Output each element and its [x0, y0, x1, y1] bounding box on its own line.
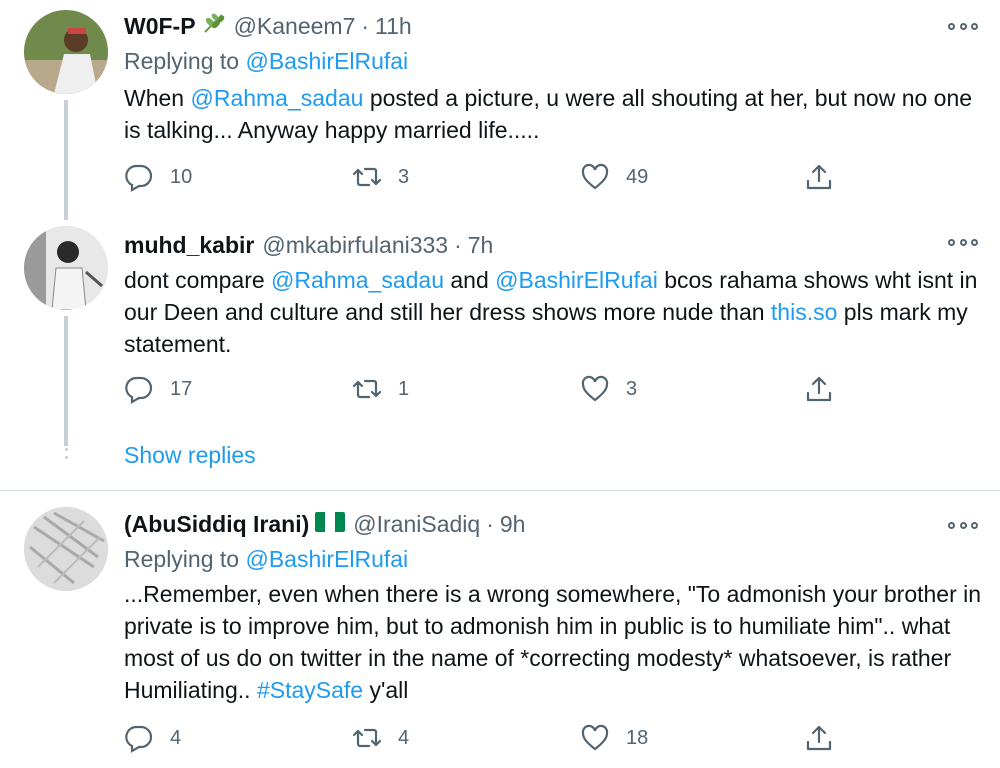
avatar-photo — [24, 507, 108, 591]
like-count: 3 — [626, 377, 638, 400]
reply-icon — [125, 164, 153, 192]
thread-line — [64, 100, 68, 220]
retweet-count: 3 — [398, 165, 410, 188]
tweet-1[interactable]: W0F-P @Kaneem7 · 11h Replying to @Bashir… — [0, 0, 1000, 220]
reply-icon — [125, 376, 153, 404]
herb-icon — [202, 12, 226, 34]
like-count: 18 — [626, 726, 649, 749]
share-icon — [806, 376, 832, 402]
thread-continuation-dots — [65, 440, 68, 464]
share-button[interactable] — [804, 723, 834, 753]
tweet-actions: 10 3 49 — [124, 162, 844, 196]
like-count: 49 — [626, 165, 649, 188]
text-segment: ...Remember, even when there is a wrong … — [124, 581, 982, 703]
user-handle[interactable]: @IraniSadiq — [353, 511, 480, 538]
reply-button[interactable]: 4 — [124, 723, 181, 753]
replying-to-link[interactable]: @BashirElRufai — [245, 546, 408, 572]
tweet-actions: 4 4 18 — [124, 723, 844, 757]
share-icon — [806, 725, 832, 751]
user-handle[interactable]: @Kaneem7 — [234, 13, 356, 40]
share-icon — [806, 164, 832, 190]
mention-link[interactable]: @Rahma_sadau — [271, 267, 444, 293]
tweet-text: When @Rahma_sadau posted a picture, u we… — [124, 82, 984, 146]
more-options-icon[interactable] — [948, 232, 978, 252]
text-segment: dont compare — [124, 267, 272, 293]
reply-icon — [125, 725, 153, 753]
retweet-button[interactable]: 4 — [352, 723, 409, 753]
tweet-text: ...Remember, even when there is a wrong … — [124, 578, 984, 706]
timestamp[interactable]: 7h — [468, 232, 494, 259]
heart-icon — [581, 163, 609, 190]
nigeria-flag-icon — [315, 512, 346, 532]
reply-button[interactable]: 10 — [124, 162, 192, 192]
tweet-actions: 17 1 3 — [124, 374, 844, 408]
replying-prefix: Replying to — [124, 546, 240, 572]
separator-dot: · — [454, 232, 462, 258]
like-button[interactable]: 49 — [580, 162, 648, 192]
show-replies-link[interactable]: Show replies — [124, 442, 256, 469]
replying-prefix: Replying to — [124, 48, 240, 74]
text-segment: y'all — [363, 677, 409, 703]
avatar[interactable] — [24, 226, 108, 310]
like-button[interactable]: 18 — [580, 723, 648, 753]
tweet-3[interactable]: (AbuSiddiq Irani) @IraniSadiq · 9h Reply… — [0, 491, 1000, 768]
text-segment: When — [124, 85, 191, 111]
retweet-count: 1 — [398, 377, 410, 400]
text-segment: and — [443, 267, 496, 293]
retweet-icon — [352, 379, 382, 399]
replying-to: Replying to @BashirElRufai — [124, 48, 408, 75]
mention-link[interactable]: @BashirElRufai — [495, 267, 658, 293]
avatar-photo — [24, 226, 108, 310]
share-button[interactable] — [804, 374, 834, 404]
retweet-count: 4 — [398, 726, 410, 749]
reply-button[interactable]: 17 — [124, 374, 192, 404]
retweet-icon — [352, 728, 382, 748]
user-handle[interactable]: @mkabirfulani333 — [262, 232, 448, 259]
retweet-button[interactable]: 3 — [352, 162, 409, 192]
timestamp[interactable]: 9h — [500, 511, 526, 538]
separator-dot: · — [486, 511, 494, 537]
thread-line — [64, 316, 68, 446]
more-options-icon[interactable] — [948, 515, 978, 535]
more-options-icon[interactable] — [948, 16, 978, 36]
replying-to: Replying to @BashirElRufai — [124, 546, 408, 573]
share-button[interactable] — [804, 162, 834, 192]
mention-link[interactable]: @Rahma_sadau — [190, 85, 363, 111]
heart-icon — [581, 375, 609, 402]
display-name[interactable]: W0F-P — [124, 13, 196, 40]
avatar[interactable] — [24, 507, 108, 591]
hashtag-link[interactable]: #StaySafe — [257, 677, 363, 703]
avatar[interactable] — [24, 10, 108, 94]
reply-count: 10 — [170, 165, 193, 188]
avatar-photo — [24, 10, 108, 94]
display-name[interactable]: (AbuSiddiq Irani) — [124, 511, 309, 538]
like-button[interactable]: 3 — [580, 374, 637, 404]
retweet-icon — [352, 167, 382, 187]
reply-count: 17 — [170, 377, 193, 400]
tweet-text: dont compare @Rahma_sadau and @BashirElR… — [124, 264, 984, 360]
display-name[interactable]: muhd_kabir — [124, 232, 254, 259]
timestamp[interactable]: 11h — [375, 13, 412, 40]
reply-count: 4 — [170, 726, 182, 749]
url-link[interactable]: this.so — [771, 299, 837, 325]
retweet-button[interactable]: 1 — [352, 374, 409, 404]
separator-dot: · — [361, 13, 370, 39]
heart-icon — [581, 724, 609, 751]
replying-to-link[interactable]: @BashirElRufai — [245, 48, 408, 74]
